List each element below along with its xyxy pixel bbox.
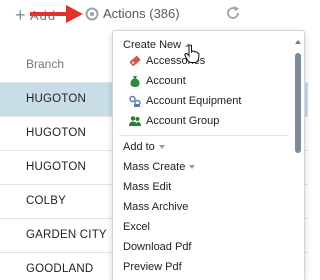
actions-button[interactable]: Actions (386)	[103, 6, 180, 21]
menu-item-account-equipment[interactable]: Account Equipment	[113, 92, 293, 112]
caret-down-icon	[158, 145, 165, 150]
menu-item-label: Preview Pdf	[123, 261, 182, 273]
menu-item-label: Account Group	[146, 115, 220, 127]
menu-item-label: Mass Archive	[123, 201, 189, 213]
menu-item-excel[interactable]: Excel	[113, 218, 293, 238]
menu-item-label: Download Pdf	[123, 241, 192, 253]
menu-item-mass-create[interactable]: Mass Create	[113, 158, 293, 178]
equipment-icon	[129, 95, 141, 107]
add-icon[interactable]: +	[15, 6, 26, 24]
menu-item-accessories[interactable]: Accessories	[113, 52, 293, 72]
people-group-icon	[129, 116, 141, 126]
create-new-label: Create New	[123, 39, 182, 51]
menu-item-label: Mass Edit	[123, 181, 172, 193]
menu-item-label: Add to	[123, 141, 155, 153]
menu-item-label: Mass Create	[123, 161, 186, 173]
scroll-up-arrow-icon[interactable]	[295, 40, 301, 44]
branch-cell: GOODLAND	[26, 263, 94, 275]
menu-item-label: Account Equipment	[146, 95, 242, 107]
actions-dropdown-menu: Create New Accessories Account Account E…	[112, 30, 305, 280]
actions-gear-icon[interactable]	[84, 6, 100, 22]
column-header-branch[interactable]: Branch	[26, 57, 64, 71]
menu-item-add-to[interactable]: Add to	[113, 138, 293, 158]
refresh-icon[interactable]	[225, 5, 241, 21]
branch-cell: COLBY	[26, 195, 66, 207]
caret-down-icon	[189, 165, 196, 170]
menu-scrollbar[interactable]	[295, 40, 301, 279]
money-bag-icon	[130, 76, 140, 87]
annotation-arrow-icon	[30, 5, 83, 23]
menu-item-mass-archive[interactable]: Mass Archive	[113, 198, 293, 218]
toolbar: + Add Actions (386)	[0, 0, 308, 34]
menu-item-account[interactable]: Account	[113, 72, 293, 92]
branch-cell: HUGOTON	[26, 127, 86, 139]
menu-item-mass-edit[interactable]: Mass Edit	[113, 178, 293, 198]
menu-item-download-pdf[interactable]: Download Pdf	[113, 238, 293, 258]
menu-item-account-group[interactable]: Account Group	[113, 112, 293, 132]
branch-cell: HUGOTON	[26, 161, 86, 173]
tag-icon	[129, 56, 141, 66]
menu-item-label: Excel	[123, 221, 150, 233]
scroll-thumb[interactable]	[295, 53, 301, 153]
menu-divider	[119, 135, 289, 136]
branch-cell: GARDEN CITY	[26, 229, 107, 241]
menu-item-label: Account	[146, 75, 186, 87]
hand-cursor-icon	[184, 44, 200, 63]
branch-cell: HUGOTON	[26, 93, 86, 105]
menu-item-preview-pdf[interactable]: Preview Pdf	[113, 258, 293, 278]
